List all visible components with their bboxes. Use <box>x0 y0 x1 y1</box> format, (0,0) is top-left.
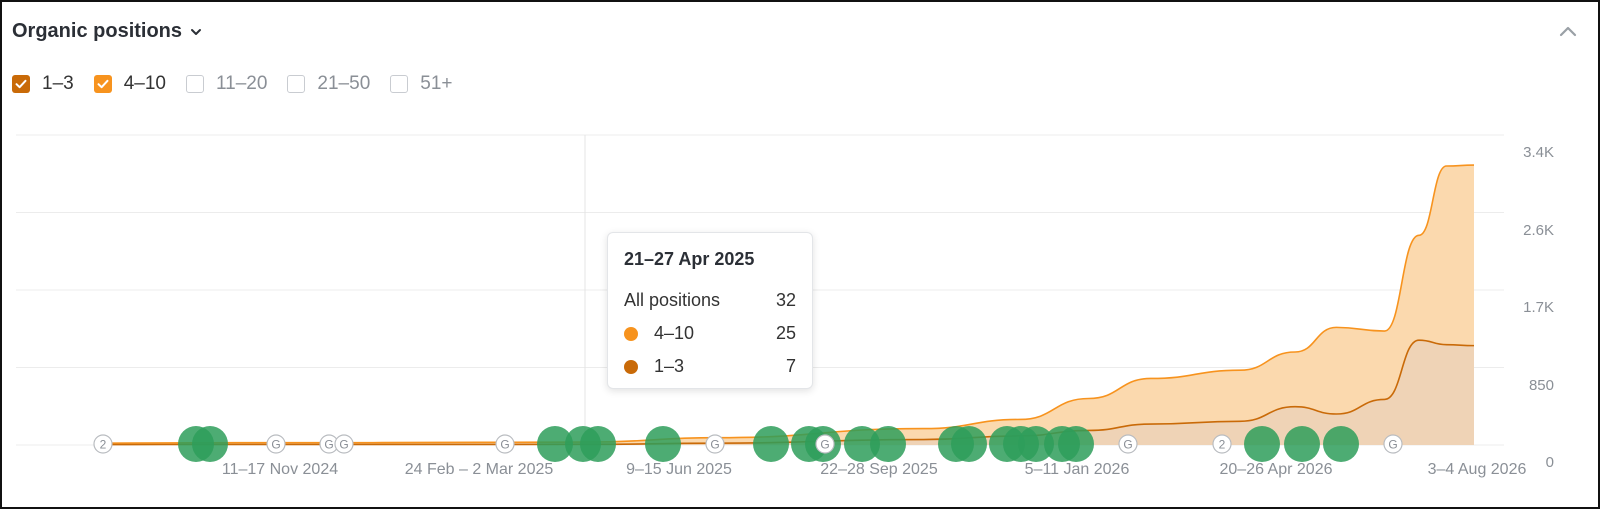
series-dot-1-3 <box>624 359 638 374</box>
tooltip-value: 25 <box>775 323 796 343</box>
annotation-badge: G <box>1383 434 1403 454</box>
checkbox-1-3[interactable] <box>12 75 30 93</box>
event-marker <box>951 426 987 462</box>
filter-label: 21–50 <box>317 73 371 94</box>
x-tick-label: 20–26 Apr 2026 <box>1220 461 1333 478</box>
chevron-down-icon <box>188 24 204 40</box>
tooltip-row-4-10: 4–10 25 <box>624 317 796 350</box>
badge-text: G <box>271 438 280 452</box>
badge-text: 2 <box>100 438 107 452</box>
badge-text: G <box>1388 438 1397 452</box>
tooltip-label: 4–10 <box>654 323 695 343</box>
x-tick-label: 11–17 Nov 2024 <box>222 461 338 478</box>
event-marker <box>192 426 228 462</box>
y-tick-label: 2.6K <box>1523 222 1554 239</box>
annotation-badge: 2 <box>1212 434 1232 454</box>
badge-text: G <box>500 438 509 452</box>
checkbox-11-20[interactable] <box>185 75 204 93</box>
annotation-badge: G <box>495 434 515 454</box>
tooltip-value: 7 <box>785 356 796 376</box>
filter-label: 4–10 <box>123 73 166 94</box>
widget-title: Organic positions <box>12 20 183 42</box>
filter-4-10[interactable]: 4–10 <box>93 73 166 95</box>
filter-1-3[interactable]: 1–3 <box>12 73 74 95</box>
tooltip-label: 1–3 <box>654 356 685 376</box>
tooltip-row-1-3: 1–3 7 <box>624 350 796 383</box>
tooltip-title: 21–27 Apr 2025 <box>624 249 755 269</box>
series-dot-4-10 <box>624 326 638 341</box>
x-tick-label: 24 Feb – 2 Mar 2025 <box>405 461 554 478</box>
chart-tooltip: 21–27 Apr 2025 All positions 32 4–10 25 … <box>607 232 813 389</box>
y-tick-label: 850 <box>1529 377 1554 394</box>
event-marker <box>1058 426 1094 462</box>
badge-text: G <box>1123 438 1132 452</box>
filter-label: 11–20 <box>215 73 268 94</box>
y-tick-label: 1.7K <box>1523 299 1554 316</box>
organic-positions-widget: Organic positions 1–3 4–10 11–20 21–50 5… <box>0 0 1600 509</box>
y-tick-label: 3.4K <box>1523 144 1554 161</box>
annotation-badge: G <box>705 434 725 454</box>
event-marker <box>1323 426 1359 462</box>
event-marker <box>870 426 906 462</box>
filter-label: 1–3 <box>42 73 74 94</box>
filter-51-plus[interactable]: 51+ <box>390 73 453 95</box>
filter-21-50[interactable]: 21–50 <box>287 73 370 95</box>
checkbox-21-50[interactable] <box>287 75 306 93</box>
check-icon <box>15 79 27 89</box>
annotation-badge: G <box>1118 434 1138 454</box>
badge-text: G <box>820 438 829 452</box>
checkbox-4-10[interactable] <box>93 75 112 93</box>
event-marker <box>580 426 616 462</box>
event-marker <box>753 426 789 462</box>
annotation-badge: G <box>815 434 835 454</box>
position-filters: 1–3 4–10 11–20 21–50 51+ <box>12 73 473 95</box>
chevron-up-icon[interactable] <box>1556 20 1580 44</box>
badge-text: G <box>324 438 333 452</box>
event-marker <box>645 426 681 462</box>
x-tick-label: 5–11 Jan 2026 <box>1025 461 1130 478</box>
event-marker <box>1284 426 1320 462</box>
y-tick-label: 0 <box>1546 454 1554 471</box>
event-marker <box>1244 426 1280 462</box>
x-tick-label: 22–28 Sep 2025 <box>820 461 938 478</box>
x-tick-label: 9–15 Jun 2025 <box>626 461 732 478</box>
badge-text: G <box>710 438 719 452</box>
badge-text: G <box>339 438 348 452</box>
filter-label: 51+ <box>420 73 453 94</box>
check-icon <box>97 79 109 89</box>
tooltip-row-all: All positions 32 <box>624 284 796 317</box>
x-tick-label: 3–4 Aug 2026 <box>1428 461 1527 478</box>
annotation-badge: 2 <box>93 434 113 454</box>
annotation-badge: G <box>334 434 354 454</box>
annotation-badge: G <box>266 434 286 454</box>
filter-11-20[interactable]: 11–20 <box>185 73 268 95</box>
tooltip-value: 32 <box>775 290 796 310</box>
checkbox-51-plus[interactable] <box>390 75 409 93</box>
badge-text: 2 <box>1219 438 1226 452</box>
widget-title-dropdown[interactable]: Organic positions <box>12 20 204 43</box>
tooltip-label: All positions <box>624 290 721 310</box>
